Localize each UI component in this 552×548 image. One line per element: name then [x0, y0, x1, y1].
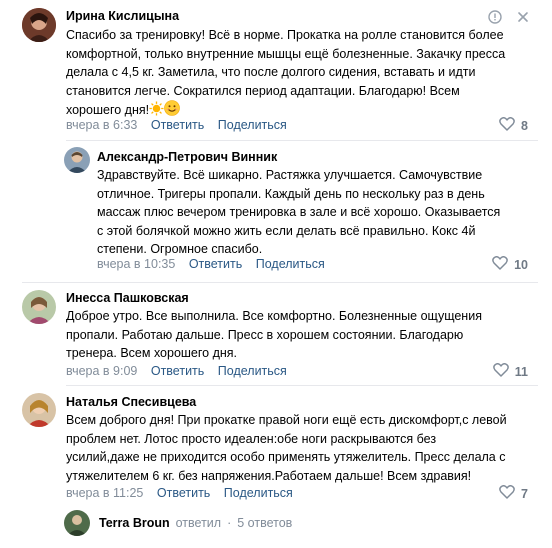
comment-line: делала с 4,5 кг. Заметила, что после дол…: [66, 65, 476, 79]
replies-action: ответил: [175, 516, 222, 530]
like-count: 7: [521, 486, 528, 501]
heart-icon: [499, 485, 521, 502]
divider: [66, 385, 538, 386]
heart-icon: [499, 117, 521, 134]
comment-line: с этой болячкой можно жить если делать в…: [97, 223, 476, 238]
replies-thread[interactable]: Terra Broun ответил · 5 ответов: [64, 510, 292, 536]
like-button[interactable]: 7: [499, 485, 528, 502]
comment-line: Всем доброго дня! При прокатке правой но…: [66, 413, 507, 427]
comment-line: Спасибо за тренировку! Всё в норме. Прок…: [66, 28, 504, 42]
comment-text: Здравствуйте. Всё шикарно. Растяжка улуч…: [97, 166, 538, 259]
comment-line: усилий,даже не приходится особо применят…: [66, 450, 506, 464]
comment-time[interactable]: вчера в 10:35: [97, 257, 175, 271]
comment-meta: вчера в 10:35 Ответить Поделиться: [97, 257, 335, 271]
replies-separator: ·: [227, 516, 232, 530]
comment-line: утяжелителем 6 кг. без напряжения.Работа…: [66, 468, 472, 483]
comment-line: Доброе утро. Все выполнила. Все комфортн…: [66, 309, 482, 323]
comment-line: становится легче. Сократился период адап…: [66, 83, 460, 98]
comment-meta: вчера в 6:33 Ответить Поделиться: [66, 118, 297, 132]
report-icon[interactable]: [488, 10, 502, 24]
comment-actions: [488, 10, 530, 24]
replies-author[interactable]: Terra Broun: [99, 516, 170, 530]
replies-count[interactable]: 5 ответов: [237, 516, 292, 530]
comment-meta: вчера в 11:25 Ответить Поделиться: [66, 486, 303, 500]
divider: [66, 140, 538, 141]
avatar[interactable]: [64, 147, 90, 173]
share-button[interactable]: Поделиться: [224, 486, 293, 500]
like-button[interactable]: 11: [492, 363, 528, 380]
reply-button[interactable]: Ответить: [189, 257, 242, 271]
comment-time[interactable]: вчера в 9:09: [66, 364, 137, 378]
comment-time[interactable]: вчера в 11:25: [66, 486, 143, 500]
comment-author[interactable]: Наталья Спесивцева: [66, 395, 196, 409]
heart-icon: [492, 363, 515, 380]
comment-line: отличное. Тригеры пропали. Каждый день п…: [97, 186, 485, 201]
avatar[interactable]: [22, 393, 56, 427]
like-button[interactable]: 10: [492, 256, 528, 273]
comment-time[interactable]: вчера в 6:33: [66, 118, 137, 132]
avatar[interactable]: [22, 290, 56, 324]
comment-text: Всем доброго дня! При прокатке правой но…: [66, 411, 538, 485]
share-button[interactable]: Поделиться: [218, 118, 287, 132]
comment-line: комфортной, только внутренние мышцы ещё …: [66, 46, 506, 61]
reply-button[interactable]: Ответить: [157, 486, 210, 500]
heart-icon: [492, 256, 514, 273]
comment-line: степени. Огромное спасибо.: [97, 242, 263, 256]
comment-meta: вчера в 9:09 Ответить Поделиться: [66, 364, 297, 378]
like-count: 8: [521, 118, 528, 133]
comment-author[interactable]: Александр-Петрович Винник: [97, 150, 277, 164]
share-button[interactable]: Поделиться: [218, 364, 287, 378]
share-button[interactable]: Поделиться: [256, 257, 325, 271]
like-count: 10: [514, 257, 528, 272]
comment-line: Здравствуйте. Всё шикарно. Растяжка улуч…: [97, 168, 483, 182]
comment-line: пропали. Работаю дальше. Пресс в хорошем…: [66, 327, 464, 342]
comment-line: проблем нет. Лотос просто идеален:обе но…: [66, 431, 437, 446]
divider: [22, 282, 538, 283]
like-button[interactable]: 8: [499, 117, 528, 134]
reply-button[interactable]: Ответить: [151, 118, 204, 132]
avatar: [64, 510, 90, 536]
comment-text: Доброе утро. Все выполнила. Все комфортн…: [66, 307, 538, 363]
comment-line: тренера. Всем хорошего дня.: [66, 346, 238, 360]
avatar[interactable]: [22, 8, 56, 42]
comment-text: Спасибо за тренировку! Всё в норме. Прок…: [66, 26, 538, 122]
comment-line: массаж плюс вечером тренировка в зале и …: [97, 205, 501, 219]
like-count: 11: [514, 364, 528, 379]
reply-button[interactable]: Ответить: [151, 364, 204, 378]
comment-author[interactable]: Инесса Пашковская: [66, 291, 189, 305]
close-icon[interactable]: [516, 10, 530, 24]
comment-author[interactable]: Ирина Кислицына: [66, 9, 179, 23]
comment-line-text: хорошего дня!: [66, 103, 150, 117]
